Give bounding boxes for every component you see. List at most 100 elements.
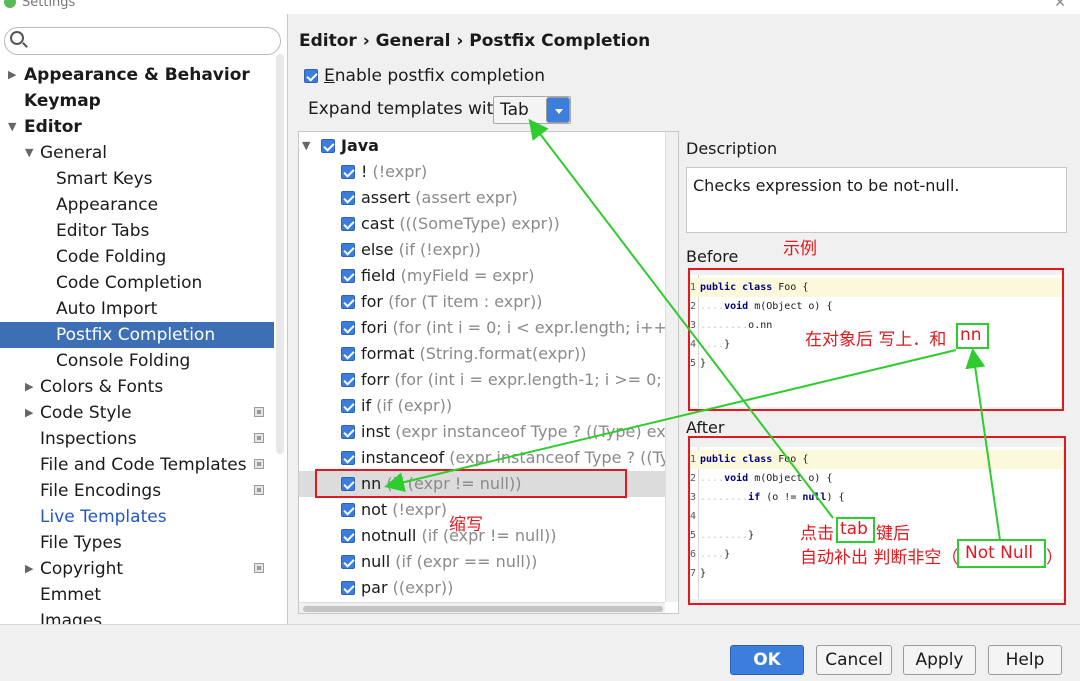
before-label: Before [686, 247, 739, 266]
checkbox-checked-icon[interactable] [341, 399, 355, 413]
description-label: Description [686, 139, 778, 158]
template-row[interactable]: for (for (T item : expr)) [299, 289, 665, 315]
checkbox-checked-icon[interactable] [341, 555, 355, 569]
sidebar-item[interactable]: File and Code Templates [0, 452, 274, 478]
enable-postfix-label: nable postfix completion [334, 66, 546, 86]
expanded-arrow-icon[interactable]: ▼ [302, 133, 310, 159]
sidebar-item[interactable]: Appearance [0, 192, 274, 218]
sidebar-item[interactable]: Auto Import [0, 296, 274, 322]
template-key: cast [361, 214, 395, 233]
checkbox-checked-icon[interactable] [341, 451, 355, 465]
page-breadcrumb: Editor › General › Postfix Completion [299, 31, 651, 51]
checkbox-checked-icon[interactable] [341, 347, 355, 361]
checkbox-checked-icon[interactable] [341, 217, 355, 231]
chevron-down-icon[interactable] [546, 97, 570, 123]
template-row[interactable]: fori (for (int i = 0; i < expr.length; i… [299, 315, 678, 341]
annotation-after-key: 键后 [876, 524, 910, 544]
ok-button[interactable]: OK [730, 645, 804, 675]
checkbox-checked-icon[interactable] [341, 243, 355, 257]
sidebar-item[interactable]: Images [0, 608, 274, 624]
sidebar-item[interactable]: Code Completion [0, 270, 274, 296]
template-key: instanceof [361, 448, 445, 467]
sidebar-item[interactable]: ▶ Code Style [0, 400, 274, 426]
sidebar-item-label: Live Templates [40, 507, 167, 527]
template-row[interactable]: assert (assert expr) [299, 185, 665, 211]
sidebar-item[interactable]: Keymap [0, 88, 274, 114]
sidebar-item[interactable]: Code Folding [0, 244, 274, 270]
sidebar-item[interactable]: Inspections [0, 426, 274, 452]
template-row[interactable]: cast (((SomeType) expr)) [299, 211, 665, 237]
sidebar-item[interactable]: Smart Keys [0, 166, 274, 192]
sidebar-item[interactable]: Postfix Completion [0, 322, 274, 348]
hscroll-thumb[interactable] [303, 606, 663, 612]
help-button[interactable]: Help [988, 645, 1062, 675]
search-field[interactable] [4, 27, 281, 55]
sidebar-item-label: File Encodings [40, 481, 162, 501]
apply-button[interactable]: Apply [903, 645, 976, 675]
sidebar-item[interactable]: ▶ Colors & Fonts [0, 374, 274, 400]
template-row[interactable]: instanceof (expr instanceof Type ? ((Typ… [299, 445, 678, 471]
description-box: Checks expression to be not-null. [686, 167, 1067, 233]
template-row[interactable]: inst (expr instanceof Type ? ((Type) exp… [299, 419, 678, 445]
expanded-arrow-icon[interactable]: ▼ [8, 114, 16, 140]
template-row[interactable]: par ((expr)) [299, 575, 665, 601]
sidebar-item-label: Console Folding [56, 351, 191, 371]
sidebar-item[interactable]: Emmet [0, 582, 274, 608]
collapsed-arrow-icon[interactable]: ▶ [25, 556, 33, 582]
template-example: (expr instanceof Type ? ((Type) expr) [395, 422, 679, 441]
after-label: After [686, 418, 725, 437]
app-icon [4, 0, 16, 8]
checkbox-checked-icon[interactable] [341, 165, 355, 179]
sidebar-item[interactable]: Editor Tabs [0, 218, 274, 244]
template-list-vscroll[interactable] [665, 132, 678, 602]
template-row[interactable]: null (if (expr == null)) [299, 549, 665, 575]
cancel-button[interactable]: Cancel [816, 645, 892, 675]
template-row[interactable]: field (myField = expr) [299, 263, 665, 289]
template-row[interactable]: if (if (expr)) [299, 393, 665, 419]
template-row[interactable]: format (String.format(expr)) [299, 341, 665, 367]
checkbox-checked-icon[interactable] [321, 139, 335, 153]
checkbox-checked-icon[interactable] [341, 321, 355, 335]
project-scope-icon [254, 485, 264, 495]
annotation-abbrev: 缩写 [449, 515, 483, 535]
template-example: (!expr) [372, 162, 428, 181]
checkbox-checked-icon[interactable] [341, 425, 355, 439]
sidebar-item[interactable]: ▶ Appearance & Behavior [0, 62, 274, 88]
template-example: (((SomeType) expr)) [399, 214, 560, 233]
sidebar-item[interactable]: Live Templates [0, 504, 274, 530]
title-bar: Settings ✕ [0, 0, 1080, 14]
sidebar-item-label: Editor [24, 117, 82, 137]
checkbox-checked-icon[interactable] [304, 69, 318, 83]
checkbox-checked-icon[interactable] [341, 581, 355, 595]
sidebar-item[interactable]: ▶ Copyright [0, 556, 274, 582]
sidebar-item[interactable]: File Types [0, 530, 274, 556]
collapsed-arrow-icon[interactable]: ▶ [8, 62, 16, 88]
template-list-hscroll[interactable] [299, 602, 665, 613]
template-row[interactable]: forr (for (int i = expr.length-1; i >= 0… [299, 367, 678, 393]
expanded-arrow-icon[interactable]: ▼ [25, 140, 33, 166]
checkbox-checked-icon[interactable] [341, 295, 355, 309]
close-icon[interactable]: ✕ [1054, 0, 1066, 11]
project-scope-icon [254, 459, 264, 469]
checkbox-checked-icon[interactable] [341, 529, 355, 543]
sidebar-item[interactable]: ▼ Editor [0, 114, 274, 140]
collapsed-arrow-icon[interactable]: ▶ [25, 374, 33, 400]
collapsed-arrow-icon[interactable]: ▶ [25, 400, 33, 426]
template-example: (assert expr) [415, 188, 518, 207]
sidebar-item-label: General [40, 143, 107, 163]
checkbox-checked-icon[interactable] [341, 373, 355, 387]
checkbox-checked-icon[interactable] [341, 191, 355, 205]
enable-postfix-checkbox[interactable]: Enable postfix completion [304, 66, 545, 86]
template-key: fori [361, 318, 388, 337]
template-row[interactable]: else (if (!expr)) [299, 237, 665, 263]
checkbox-checked-icon[interactable] [341, 503, 355, 517]
project-scope-icon [254, 407, 264, 417]
sidebar-scrollbar[interactable] [276, 54, 284, 454]
sidebar-item[interactable]: ▼ General [0, 140, 274, 166]
sidebar-item[interactable]: File Encodings [0, 478, 274, 504]
expand-key-combo[interactable]: Tab [493, 96, 571, 124]
template-group-java[interactable]: ▼ Java [299, 133, 665, 159]
sidebar-item[interactable]: Console Folding [0, 348, 274, 374]
template-row[interactable]: ! (!expr) [299, 159, 665, 185]
checkbox-checked-icon[interactable] [341, 269, 355, 283]
